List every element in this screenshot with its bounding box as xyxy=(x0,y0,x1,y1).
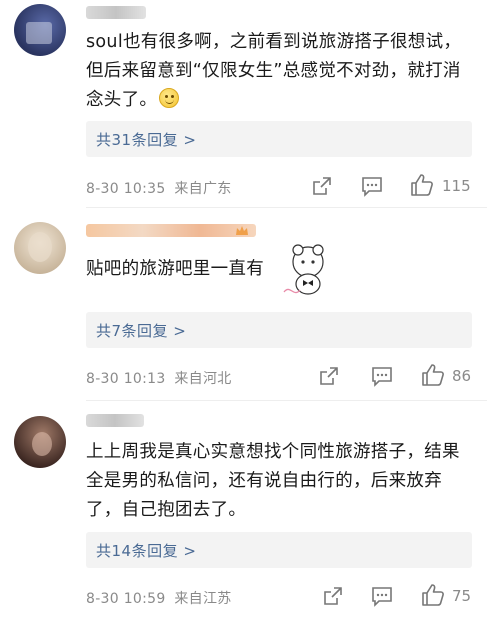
comment-icon[interactable] xyxy=(360,175,384,197)
reply-summary[interactable]: 共14条回复 > xyxy=(86,532,472,568)
view-replies-link[interactable]: 共14条回复 > xyxy=(96,540,196,561)
divider xyxy=(86,207,487,208)
smile-emoji-icon xyxy=(159,88,180,108)
like-count: 115 xyxy=(442,177,471,195)
comment-time: 8-30 10:59 xyxy=(86,591,166,607)
sticker-decoration xyxy=(280,240,336,302)
username[interactable] xyxy=(86,414,144,427)
comment-location: 来自广东 xyxy=(174,181,232,197)
like-count: 86 xyxy=(452,367,472,385)
comment-meta: 8-30 10:59 来自江苏 xyxy=(86,588,232,608)
avatar[interactable] xyxy=(14,222,66,274)
comment-location: 来自江苏 xyxy=(174,591,232,607)
comment-icon[interactable] xyxy=(370,585,394,607)
share-icon[interactable] xyxy=(322,585,344,607)
like-count: 75 xyxy=(452,587,472,605)
comment-icon[interactable] xyxy=(370,365,394,387)
comment-text: soul也有很多啊，之前看到说旅游搭子很想试，但后来留意到“仅限女生”总感觉不对… xyxy=(86,28,476,115)
comment-text-content: 上上周我是真心实意想找个同性旅游搭子，结果全是男的私信问，还有说自由行的，后来放… xyxy=(86,442,460,520)
reply-summary[interactable]: 共7条回复 > xyxy=(86,312,472,348)
comment-item: 贴吧的旅游吧里一直有 共7条回复 > 8-30 10:13 来自河北 86 xyxy=(0,210,487,400)
comment-text-content: soul也有很多啊，之前看到说旅游搭子很想试，但后来留意到“仅限女生”总感觉不对… xyxy=(86,32,462,110)
username[interactable] xyxy=(86,224,256,237)
comment-text: 上上周我是真心实意想找个同性旅游搭子，结果全是男的私信问，还有说自由行的，后来放… xyxy=(86,438,476,525)
comment-item: soul也有很多啊，之前看到说旅游搭子很想试，但后来留意到“仅限女生”总感觉不对… xyxy=(0,0,487,205)
comment-meta: 8-30 10:35 来自广东 xyxy=(86,178,232,198)
avatar[interactable] xyxy=(14,416,66,468)
view-replies-link[interactable]: 共7条回复 > xyxy=(96,320,186,341)
username[interactable] xyxy=(86,6,146,19)
comment-item: 上上周我是真心实意想找个同性旅游搭子，结果全是男的私信问，还有说自由行的，后来放… xyxy=(0,404,487,623)
thumbs-up-icon[interactable] xyxy=(420,362,446,388)
comment-text-content: 贴吧的旅游吧里一直有 xyxy=(86,259,264,279)
avatar[interactable] xyxy=(14,4,66,56)
reply-summary[interactable]: 共31条回复 > xyxy=(86,121,472,157)
share-icon[interactable] xyxy=(311,175,333,197)
crown-badge-icon xyxy=(235,222,249,235)
comment-meta: 8-30 10:13 来自河北 xyxy=(86,368,232,388)
divider xyxy=(86,400,487,401)
thumbs-up-icon[interactable] xyxy=(420,582,446,608)
comment-location: 来自河北 xyxy=(174,371,232,387)
share-icon[interactable] xyxy=(318,365,340,387)
thumbs-up-icon[interactable] xyxy=(409,172,435,198)
comment-time: 8-30 10:13 xyxy=(86,371,166,387)
view-replies-link[interactable]: 共31条回复 > xyxy=(96,129,196,150)
comment-time: 8-30 10:35 xyxy=(86,181,166,197)
